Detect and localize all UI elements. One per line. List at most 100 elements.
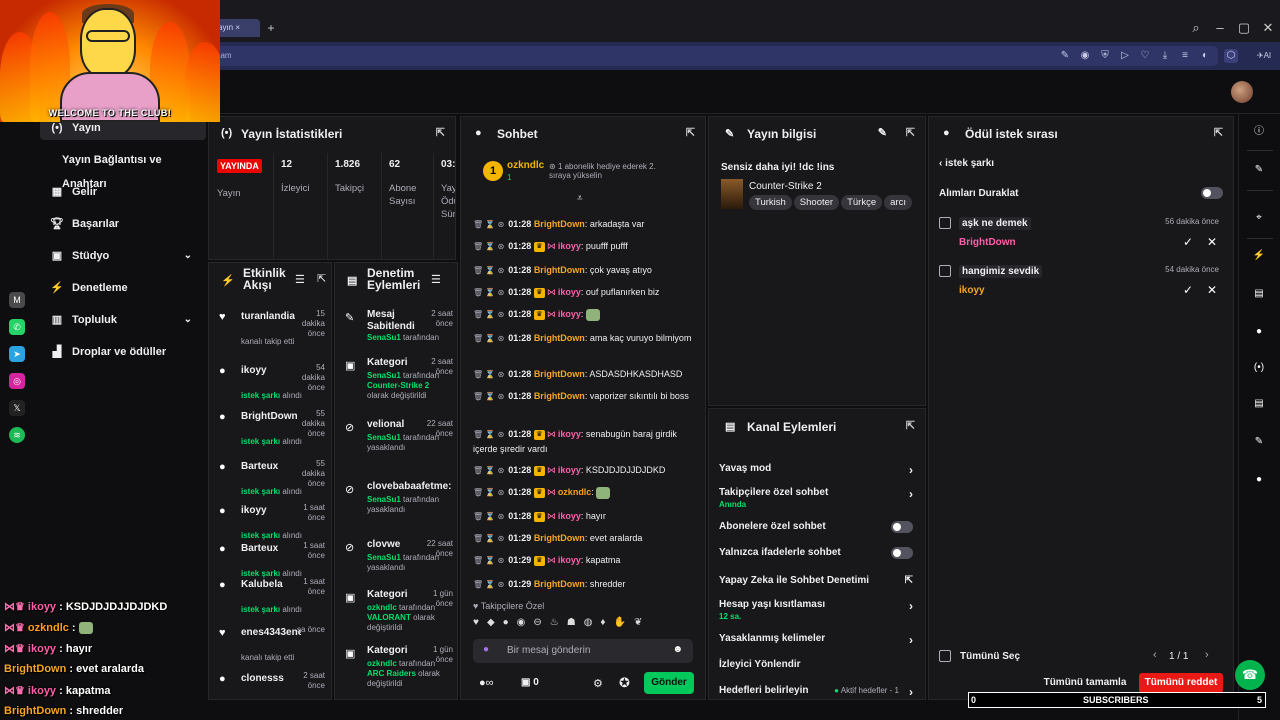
- chat-icon[interactable]: ●: [1251, 324, 1267, 340]
- chat-username[interactable]: ikoyy: [558, 465, 581, 475]
- action-toggle[interactable]: [891, 547, 913, 559]
- wrench-icon[interactable]: ✎: [1251, 434, 1267, 450]
- tag[interactable]: Turkish: [749, 195, 792, 210]
- avatar[interactable]: [1231, 81, 1253, 103]
- mod-tools-icon[interactable]: 🗑︎ ⌛ ⊛: [473, 334, 504, 343]
- approve-icon[interactable]: ✓: [1183, 283, 1193, 297]
- new-tab-icon[interactable]: +: [264, 21, 278, 35]
- chat-username[interactable]: ikoyy: [558, 287, 581, 297]
- channel-action-row[interactable]: Takipçilere özel sohbet Anında ›: [719, 487, 915, 509]
- info-icon[interactable]: ⓘ: [1251, 124, 1267, 140]
- mod-tools-icon[interactable]: 🗑︎ ⌛ ⊛: [473, 430, 504, 439]
- popout-icon[interactable]: ⇱: [686, 126, 695, 139]
- chat-username[interactable]: ikoyy: [558, 309, 581, 319]
- mic-icon[interactable]: ●: [483, 644, 489, 655]
- sidebar-item-topluluk[interactable]: ▥ Topluluk ⌄: [40, 308, 206, 332]
- sidebar-item-droplar[interactable]: ▟ Droplar ve ödüller: [40, 340, 206, 364]
- chat-username[interactable]: ikoyy: [558, 429, 581, 439]
- sidebar-item-stream-key[interactable]: Yayın Bağlantısı ve Anahtarı: [40, 148, 206, 190]
- maximize-icon[interactable]: ▢: [1236, 20, 1252, 36]
- heart-icon[interactable]: ♡: [1138, 49, 1152, 63]
- request-checkbox[interactable]: [939, 265, 951, 277]
- tag[interactable]: arcı: [884, 195, 912, 210]
- channel-action-row[interactable]: Yasaklanmış kelimeler ›: [719, 633, 915, 647]
- emote-bar[interactable]: ♥◆●◉⊖♨☗◍♦✋❦: [473, 617, 697, 631]
- sidebar-item-studyo[interactable]: ▣ Stüdyo ⌄: [40, 244, 206, 268]
- sidebar-item-gelir[interactable]: ▦ Gelir: [40, 180, 206, 204]
- channel-action-row[interactable]: Yavaş mod ›: [719, 463, 915, 477]
- spotify-icon[interactable]: ≋: [9, 427, 25, 443]
- close-icon[interactable]: ✕: [1260, 20, 1276, 36]
- popout-icon[interactable]: ⇱: [436, 126, 445, 139]
- mod-tools-icon[interactable]: 🗑︎ ⌛ ⊛: [473, 466, 504, 475]
- bits-icon[interactable]: ✪: [619, 675, 630, 691]
- request-checkbox[interactable]: [939, 217, 951, 229]
- mod-tools-icon[interactable]: 🗑︎ ⌛ ⊛: [473, 580, 504, 589]
- channel-action-row[interactable]: Hedefleri belirleyin › ● Aktif hedefler - …: [719, 685, 915, 699]
- extension-icon[interactable]: ⬡: [1224, 49, 1238, 63]
- approve-icon[interactable]: ✓: [1183, 235, 1193, 249]
- gmail-icon[interactable]: M: [9, 292, 25, 308]
- filter-icon[interactable]: ☰: [431, 273, 441, 286]
- chat-username[interactable]: ozkndlc: [558, 487, 592, 497]
- search-icon[interactable]: ⌕: [1188, 20, 1204, 36]
- minimize-icon[interactable]: –: [1212, 20, 1228, 36]
- send-button[interactable]: Gönder: [644, 672, 694, 694]
- chat-username[interactable]: ikoyy: [558, 241, 581, 251]
- chat-username[interactable]: BrightDown: [534, 369, 585, 379]
- broadcast-icon[interactable]: (•): [1251, 360, 1267, 376]
- ai-button[interactable]: ✈AI: [1252, 49, 1276, 63]
- channel-points[interactable]: ▣ 0: [521, 677, 539, 688]
- external-link-icon[interactable]: ⇱: [905, 575, 913, 586]
- chat-username[interactable]: ikoyy: [558, 555, 581, 565]
- community-icon[interactable]: ●∞: [479, 677, 494, 689]
- chat-username[interactable]: BrightDown: [534, 333, 585, 343]
- collapse-icon[interactable]: ⩡: [577, 193, 583, 204]
- camera-icon[interactable]: ◉: [1078, 49, 1092, 63]
- shield-icon[interactable]: ⛨: [1098, 49, 1112, 63]
- channel-action-row[interactable]: İzleyici Yönlendir: [719, 659, 915, 670]
- gear-icon[interactable]: ⚙: [593, 677, 603, 690]
- channel-action-row[interactable]: Hesap yaşı kısıtlaması 12 sa. ›: [719, 599, 915, 621]
- mod-tools-icon[interactable]: 🗑︎ ⌛ ⊛: [473, 534, 504, 543]
- reject-all-button[interactable]: Tümünü reddet: [1139, 673, 1223, 693]
- chat-username[interactable]: BrightDown: [534, 265, 585, 275]
- instagram-icon[interactable]: ◎: [9, 373, 25, 389]
- edit-icon[interactable]: ✎: [1251, 162, 1267, 178]
- chat-username[interactable]: ikoyy: [558, 511, 581, 521]
- complete-all-button[interactable]: Tümünü tamamla: [1039, 673, 1131, 693]
- pause-toggle[interactable]: [1201, 187, 1223, 199]
- next-page-icon[interactable]: ›: [1205, 649, 1209, 661]
- channel-action-row[interactable]: Abonelere özel sohbet: [719, 521, 915, 533]
- chat-username[interactable]: BrightDown: [534, 579, 585, 589]
- sidebar-item-basarilar[interactable]: 🏆︎ Başarılar: [40, 212, 206, 236]
- chat-username[interactable]: BrightDown: [534, 533, 585, 543]
- channel-icon[interactable]: ▤: [1251, 396, 1267, 412]
- tag[interactable]: Türkçe: [841, 195, 883, 210]
- download-icon[interactable]: ⤓: [1158, 49, 1172, 63]
- chevron-right-icon[interactable]: ›: [909, 487, 913, 501]
- prev-page-icon[interactable]: ‹: [1153, 649, 1157, 661]
- channel-action-row[interactable]: Yapay Zeka ile Sohbet Denetimi ⇱: [719, 575, 915, 586]
- chevron-right-icon[interactable]: ›: [909, 633, 913, 647]
- popout-icon[interactable]: ⇱: [317, 272, 326, 285]
- mod-tools-icon[interactable]: 🗑︎ ⌛ ⊛: [473, 220, 504, 229]
- edit-icon[interactable]: ✎: [878, 126, 887, 139]
- action-toggle[interactable]: [891, 521, 913, 533]
- telegram-icon[interactable]: ➤: [9, 346, 25, 362]
- chat-input[interactable]: ● Bir mesaj gönderin ☻: [473, 639, 693, 663]
- sidebar-item-denetleme[interactable]: ⚡ Denetleme: [40, 276, 206, 300]
- mod-tools-icon[interactable]: 🗑︎ ⌛ ⊛: [473, 512, 504, 521]
- mod-tools-icon[interactable]: 🗑︎ ⌛ ⊛: [473, 488, 504, 497]
- mod-tools-icon[interactable]: 🗑︎ ⌛ ⊛: [473, 288, 504, 297]
- reject-icon[interactable]: ✕: [1207, 283, 1217, 297]
- profile-icon[interactable]: ◐: [1198, 49, 1212, 63]
- capture-icon[interactable]: ⌖: [1251, 210, 1267, 226]
- mod-tools-icon[interactable]: 🗑︎ ⌛ ⊛: [473, 310, 504, 319]
- assistant-fab[interactable]: ☎: [1235, 660, 1265, 690]
- play-icon[interactable]: ▷: [1118, 49, 1132, 63]
- tag[interactable]: Shooter: [793, 195, 840, 210]
- reject-icon[interactable]: ✕: [1207, 235, 1217, 249]
- reward-icon[interactable]: ●: [1251, 472, 1267, 488]
- chevron-right-icon[interactable]: ›: [909, 685, 913, 699]
